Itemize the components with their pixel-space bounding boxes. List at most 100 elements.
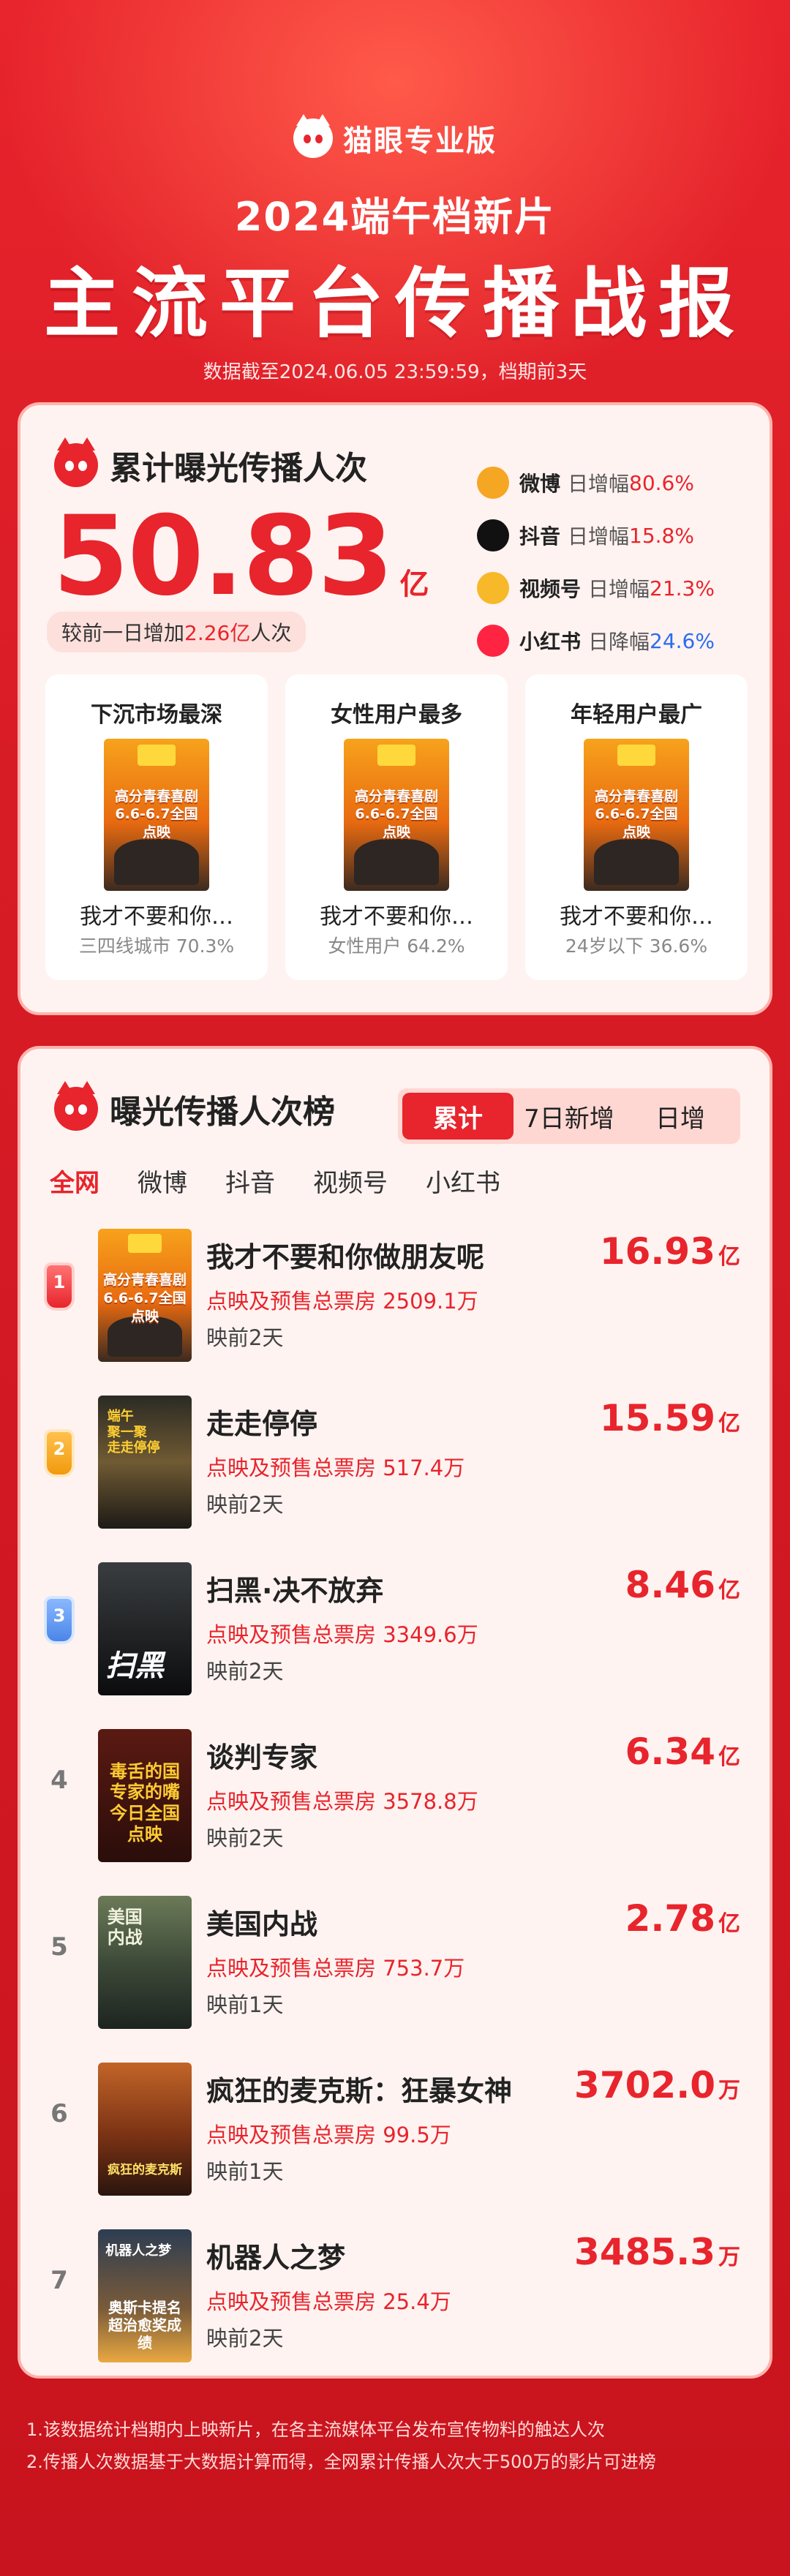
tile-stat: 24岁以下 36.6% (565, 935, 708, 957)
summary-title: 累计曝光传播人次 (110, 450, 367, 487)
exposure-number: 15.59 (599, 1397, 715, 1439)
footnote: 2.传播人次数据基于大数据计算而得，全网累计传播人次大于500万的影片可进榜 (26, 2452, 656, 2472)
box-office-spacer (376, 2123, 383, 2147)
ranking-header: 曝光传播人次榜 (54, 1081, 335, 1132)
ranking-row[interactable]: 7 机器人之梦 奥斯卡提名 超治愈奖成绩 机器人之梦 点映及预售总票房 25.4万 映前2… (20, 2229, 770, 2396)
cat-icon (54, 1081, 98, 1131)
film-title: 谈判专家 (206, 1741, 318, 1774)
platform-name: 微博 (519, 472, 561, 496)
film-title: 我才不要和你做朋友呢 (206, 1241, 485, 1273)
rank-medal-icon: 1 (47, 1265, 72, 1308)
poster-tagline: 端午 聚一聚 走走停停 (107, 1409, 160, 1456)
exposure-value: 8.46 亿 (625, 1564, 740, 1606)
poster-tagline: 疯狂的麦克斯 (108, 2162, 182, 2177)
insight-tile[interactable]: 年轻用户最广 高分青春喜剧 6.6-6.7全国点映 我才不要和你… 24岁以下 36.… (525, 674, 748, 980)
film-title: 机器人之梦 (206, 2242, 346, 2274)
box-office-label: 点映及预售总票房 (206, 1289, 377, 1314)
poster-tagline: 毒舌的国 专家的嘴 今日全国点映 (110, 1760, 180, 1845)
box-office-label: 点映及预售总票房 (206, 1455, 377, 1480)
tile-title: 女性用户最多 (331, 702, 462, 728)
movie-poster[interactable]: 端午 聚一聚 走走停停 (98, 1396, 192, 1529)
platform-tab[interactable]: 视频号 (313, 1163, 388, 1199)
footnotes: 1.该数据统计档期内上映新片，在各主流媒体平台发布宣传物料的触达人次 2.传播人… (26, 2414, 772, 2478)
exposure-unit: 亿 (718, 1911, 740, 1937)
movie-poster[interactable]: 毒舌的国 专家的嘴 今日全国点映 (98, 1729, 192, 1862)
rank-number: 4 (50, 1766, 68, 1795)
box-office-label: 点映及预售总票房 (206, 1789, 377, 1814)
insight-tile[interactable]: 女性用户最多 高分青春喜剧 6.6-6.7全国点映 我才不要和你… 女性用户 64.2… (285, 674, 508, 980)
insight-tile[interactable]: 下沉市场最深 高分青春喜剧 6.6-6.7全国点映 我才不要和你… 三四线城市 70.… (45, 674, 268, 980)
days-before-release: 映前1天 (206, 2159, 284, 2184)
film-box-office: 点映及预售总票房 3349.6万 (206, 1618, 478, 1649)
platform-tab[interactable]: 全网 (50, 1163, 99, 1199)
platform-change-value: 24.6% (650, 628, 715, 653)
film-box-office: 点映及预售总票房 2509.1万 (206, 1284, 478, 1315)
platform-stat: 视频号 日增幅 21.3% (477, 562, 755, 614)
ranking-row[interactable]: 3 扫黑 扫黑·决不放弃 点映及预售总票房 3349.6万 映前2天 8.46 亿 (20, 1562, 770, 1729)
weibo-icon (477, 467, 509, 499)
ranking-row[interactable]: 1 高分青春喜剧 6.6-6.7全国点映 我才不要和你做朋友呢 点映及预售总票房 25… (20, 1229, 770, 1396)
poster-tagline: 高分青春喜剧 6.6-6.7全国点映 (594, 788, 678, 840)
total-exposure-unit: 亿 (399, 568, 429, 601)
ranking-row[interactable]: 4 毒舌的国 专家的嘴 今日全国点映 谈判专家 点映及预售总票房 3578.8万 映前2… (20, 1729, 770, 1896)
ranking-list: 1 高分青春喜剧 6.6-6.7全国点映 我才不要和你做朋友呢 点映及预售总票房 25… (20, 1229, 770, 2396)
box-office-label: 点映及预售总票房 (206, 2289, 377, 2314)
exposure-unit: 万 (718, 2245, 740, 2270)
film-title: 扫黑·决不放弃 (206, 1575, 384, 1607)
tile-film-name: 我才不要和你… (560, 904, 713, 930)
movie-poster[interactable]: 高分青春喜剧 6.6-6.7全国点映 (584, 739, 689, 891)
platform-name: 小红书 (519, 630, 582, 654)
exposure-value: 3485.3 万 (574, 2231, 740, 2273)
xiaohongshu-icon (477, 625, 509, 657)
poster-figures (114, 839, 199, 885)
daily-increase: 较前一日增加2.26亿人次 (47, 611, 306, 652)
platform-stat: 小红书 日降幅 24.6% (477, 614, 755, 667)
movie-poster[interactable]: 美国 内战 (98, 1896, 192, 2029)
ranking-title: 曝光传播人次榜 (110, 1093, 335, 1131)
box-office-value: 99.5万 (383, 2123, 451, 2147)
platform-change-label: 日降幅 (588, 630, 650, 654)
movie-poster[interactable]: 高分青春喜剧 6.6-6.7全国点映 (98, 1229, 192, 1362)
platform-change-value: 21.3% (650, 576, 715, 600)
box-office-spacer (376, 1455, 383, 1480)
segment-option[interactable]: 日增 (625, 1093, 736, 1140)
poster-figures (594, 839, 679, 885)
poster-badge (617, 745, 655, 767)
exposure-unit: 万 (718, 2078, 740, 2104)
box-office-value: 2509.1万 (383, 1289, 478, 1314)
movie-poster[interactable]: 高分青春喜剧 6.6-6.7全国点映 (104, 739, 209, 891)
platform-tab[interactable]: 微博 (138, 1163, 187, 1199)
platform-tab[interactable]: 小红书 (426, 1163, 500, 1199)
rank-medal-icon: 3 (47, 1599, 72, 1641)
total-exposure-value: 50.83 (53, 493, 394, 620)
ranking-row[interactable]: 2 端午 聚一聚 走走停停 走走停停 点映及预售总票房 517.4万 映前2天 15.59… (20, 1396, 770, 1562)
box-office-label: 点映及预售总票房 (206, 1956, 377, 1981)
box-office-value: 3578.8万 (383, 1789, 478, 1814)
channels-icon (477, 572, 509, 604)
days-before-release: 映前2天 (206, 1492, 284, 1517)
platform-tab[interactable]: 抖音 (225, 1163, 275, 1199)
segment-option[interactable]: 累计 (402, 1093, 514, 1140)
film-title: 疯狂的麦克斯：狂暴女神 (206, 2075, 513, 2107)
douyin-icon (477, 519, 509, 551)
ranking-row[interactable]: 6 疯狂的麦克斯 疯狂的麦克斯：狂暴女神 点映及预售总票房 99.5万 映前1天 3702… (20, 2063, 770, 2229)
tile-film-name: 我才不要和你… (80, 904, 233, 930)
insight-tiles: 下沉市场最深 高分青春喜剧 6.6-6.7全国点映 我才不要和你… 三四线城市 70.… (45, 674, 748, 980)
increase-prefix: 较前一日增加 (61, 621, 185, 645)
movie-poster[interactable]: 疯狂的麦克斯 (98, 2063, 192, 2196)
movie-poster[interactable]: 高分青春喜剧 6.6-6.7全国点映 (344, 739, 449, 891)
film-box-office: 点映及预售总票房 517.4万 (206, 1451, 464, 1482)
box-office-spacer (376, 1789, 383, 1814)
segment-option[interactable]: 7日新增 (514, 1093, 625, 1140)
poster-badge (377, 745, 415, 767)
platform-change-label: 日增幅 (588, 577, 650, 601)
box-office-spacer (376, 1289, 383, 1314)
tile-film-name: 我才不要和你… (320, 904, 473, 930)
movie-poster[interactable]: 机器人之梦 奥斯卡提名 超治愈奖成绩 (98, 2229, 192, 2362)
film-box-office: 点映及预售总票房 3578.8万 (206, 1785, 478, 1815)
platform-change-value: 80.6% (629, 470, 694, 495)
cat-icon (54, 437, 98, 487)
movie-poster[interactable]: 扫黑 (98, 1562, 192, 1695)
poster-tagline: 高分青春喜剧 6.6-6.7全国点映 (354, 788, 438, 840)
ranking-row[interactable]: 5 美国 内战 美国内战 点映及预售总票房 753.7万 映前1天 2.78 亿 (20, 1896, 770, 2063)
